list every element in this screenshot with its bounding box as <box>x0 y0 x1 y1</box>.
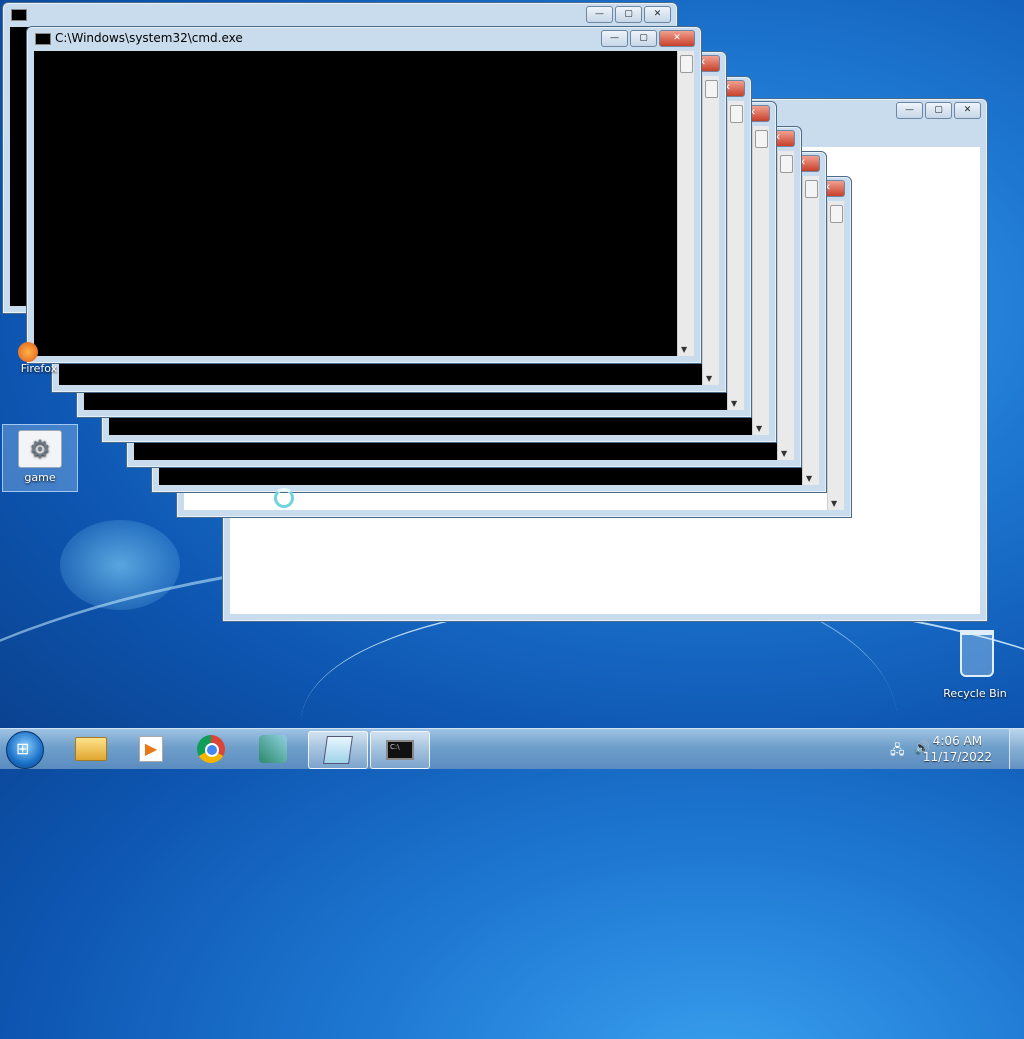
scroll-thumb[interactable] <box>830 205 843 223</box>
scroll-down-arrow[interactable]: ▼ <box>731 399 737 408</box>
clock-time: 4:06 AM <box>932 734 983 748</box>
clock-date: 11/17/2022 <box>922 750 992 764</box>
cmd-window-front[interactable]: C:\Windows\system32\cmd.exe — ▢ ✕ ▼ <box>26 26 702 364</box>
window-controls: — ▢ ✕ <box>896 102 981 119</box>
scroll-thumb[interactable] <box>705 80 718 98</box>
vertical-scrollbar[interactable]: ▼ <box>727 101 744 410</box>
vertical-scrollbar[interactable]: ▼ <box>752 126 769 435</box>
file-explorer-icon <box>75 737 107 761</box>
scroll-thumb[interactable] <box>780 155 793 173</box>
vertical-scrollbar[interactable]: ▼ <box>702 76 719 385</box>
maximize-button[interactable]: ▢ <box>925 102 952 119</box>
desktop-icon-label: Firefox <box>20 362 58 375</box>
scroll-down-arrow[interactable]: ▼ <box>756 424 762 433</box>
scroll-down-arrow[interactable]: ▼ <box>706 374 712 383</box>
desktop-icon-firefox[interactable]: Firefox <box>4 342 74 375</box>
minimize-button[interactable]: — <box>586 6 613 23</box>
app-installer-icon <box>259 735 287 763</box>
cmd-icon <box>35 33 51 45</box>
scroll-thumb[interactable] <box>755 130 768 148</box>
media-player-icon: ▶ <box>139 736 163 762</box>
taskbar-chrome[interactable] <box>184 731 238 767</box>
vertical-scrollbar[interactable]: ▼ <box>677 51 694 356</box>
taskbar: ⊞ ▶ C:\ 🖧 🔊 4:06 AM 11/17/2022 <box>0 728 1024 769</box>
notepad-icon <box>323 736 353 764</box>
scroll-down-arrow[interactable]: ▼ <box>681 345 687 354</box>
minimize-button[interactable]: — <box>896 102 923 119</box>
firefox-icon <box>18 342 38 362</box>
taskbar-app-installer[interactable] <box>246 731 300 767</box>
vertical-scrollbar[interactable]: ▼ <box>827 201 844 510</box>
close-button[interactable]: ✕ <box>644 6 671 23</box>
scroll-down-arrow[interactable]: ▼ <box>806 474 812 483</box>
network-icon[interactable]: 🖧 <box>890 741 906 758</box>
scroll-down-arrow[interactable]: ▼ <box>781 449 787 458</box>
scroll-thumb[interactable] <box>680 55 693 73</box>
maximize-button[interactable]: ▢ <box>615 6 642 23</box>
console-area[interactable] <box>34 51 678 356</box>
close-button[interactable]: ✕ <box>659 30 695 47</box>
close-button[interactable]: ✕ <box>954 102 981 119</box>
taskbar-notepad[interactable] <box>308 731 368 769</box>
vertical-scrollbar[interactable]: ▼ <box>777 151 794 460</box>
cmd-icon <box>11 9 27 21</box>
cmd-icon: C:\ <box>386 740 414 760</box>
show-desktop-button[interactable] <box>1009 729 1024 769</box>
window-controls: — ▢ ✕ <box>586 6 671 23</box>
desktop-icon-label: Recycle Bin <box>943 687 1007 700</box>
desktop-icon-label: game <box>24 471 56 484</box>
window-title: C:\Windows\system32\cmd.exe <box>55 31 243 45</box>
taskbar-cmd[interactable]: C:\ <box>370 731 430 769</box>
recycle-bin-icon <box>960 630 994 677</box>
settings-gear-icon: ⚙ <box>18 430 62 468</box>
minimize-button[interactable]: — <box>601 30 628 47</box>
busy-cursor-icon <box>274 488 294 508</box>
window-controls: — ▢ ✕ <box>601 30 695 47</box>
maximize-button[interactable]: ▢ <box>630 30 657 47</box>
scroll-thumb[interactable] <box>730 105 743 123</box>
taskbar-file-explorer[interactable] <box>64 731 118 767</box>
windows-orb-icon[interactable]: ⊞ <box>6 731 44 769</box>
desktop-icon-recycle-bin[interactable]: Recycle Bin <box>940 630 1010 700</box>
system-clock[interactable]: 4:06 AM 11/17/2022 <box>923 733 992 765</box>
scroll-down-arrow[interactable]: ▼ <box>831 499 837 508</box>
desktop-icon-game[interactable]: ⚙ game <box>2 424 78 492</box>
chrome-icon <box>197 735 225 763</box>
scroll-thumb[interactable] <box>805 180 818 198</box>
vertical-scrollbar[interactable]: ▼ <box>802 176 819 485</box>
taskbar-media-player[interactable]: ▶ <box>124 731 178 767</box>
